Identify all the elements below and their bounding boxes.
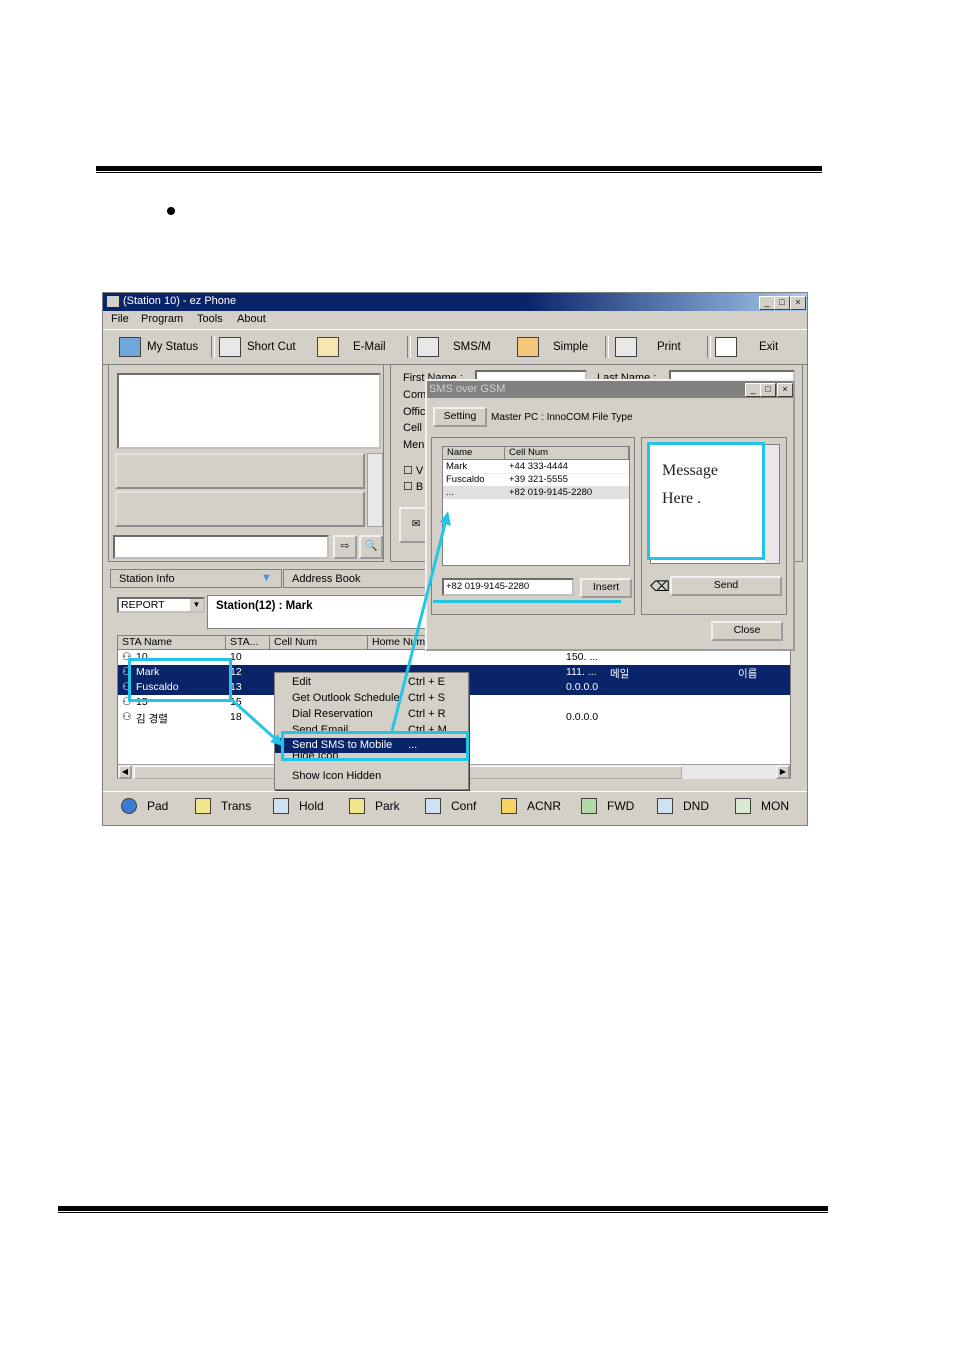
arrow-line (230, 698, 283, 746)
annotation-arrows (230, 511, 451, 746)
arrow-line (390, 515, 449, 732)
arrowhead-icon (440, 511, 451, 526)
